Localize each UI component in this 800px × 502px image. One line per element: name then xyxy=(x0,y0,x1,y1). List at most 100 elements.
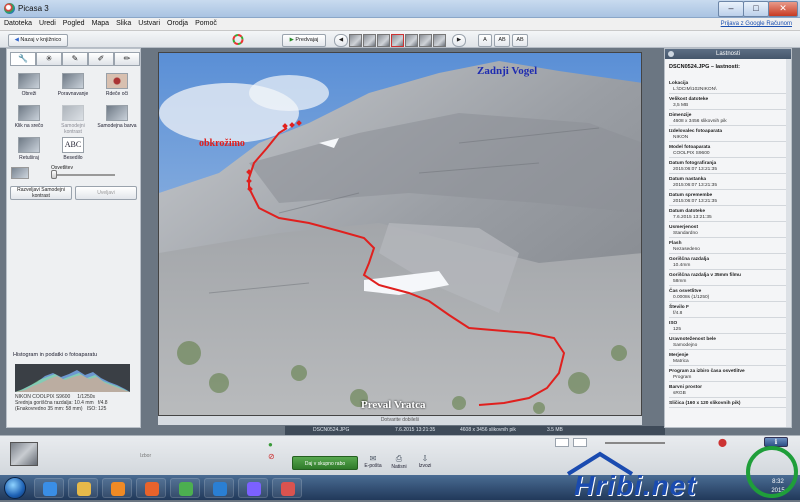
tool-crop[interactable]: Obreži xyxy=(9,73,49,97)
property-row: Usmerjenost Standardno xyxy=(669,225,787,238)
iso-value: ISO: 125 xyxy=(86,406,107,412)
maximize-button[interactable]: □ xyxy=(743,1,769,17)
view-single-button[interactable]: A xyxy=(478,34,492,47)
label-obkrozimo: obkrožimo xyxy=(199,138,245,149)
undo-autocontrast-button[interactable]: Razveljavi Samodejni kontrast xyxy=(10,186,72,200)
fill-light-slider-handle[interactable] xyxy=(51,170,57,179)
label-zadnji-vogel: Zadnji Vogel xyxy=(477,65,538,77)
property-label: Sličica (160 x 120 slikovnih pik) xyxy=(669,401,741,406)
email-button[interactable]: ✉ E-pošta xyxy=(362,454,384,469)
text-icon: ABC xyxy=(62,137,84,153)
histogram-graph xyxy=(15,370,130,392)
fill-light-thumb xyxy=(11,167,29,179)
photo-image[interactable]: Zadnji Vogel obkrožimo Preval Vratca xyxy=(158,52,642,416)
play-slideshow-button[interactable]: ▶ Predvajaj xyxy=(282,34,326,47)
redeye-icon xyxy=(106,73,128,89)
taskbar-app[interactable] xyxy=(34,478,64,498)
filmstrip-thumb[interactable] xyxy=(433,34,446,47)
tool-lucky-label: Klik na srečo xyxy=(14,123,44,129)
tab-tuning[interactable]: ✳ xyxy=(36,52,62,66)
tray-thumbnail[interactable] xyxy=(10,442,38,466)
window-title: Picasa 3 xyxy=(18,4,49,13)
export-label: Izvozi xyxy=(418,463,432,469)
caption-input[interactable]: Dotvarite dobileši xyxy=(158,416,642,425)
property-row: Program za izbiro časa osvetlitve Program xyxy=(669,369,787,382)
tool-straighten[interactable]: Poravnavanje xyxy=(53,73,93,97)
property-value: 0.0008s (1/1250) xyxy=(673,295,710,300)
filmstrip-thumb[interactable] xyxy=(405,34,418,47)
taskbar-app[interactable] xyxy=(170,478,200,498)
property-value: f/4.8 xyxy=(673,311,683,316)
ie-icon xyxy=(43,482,57,496)
menu-datoteka[interactable]: Datoteka xyxy=(0,18,35,27)
menu-pogled[interactable]: Pogled xyxy=(59,18,88,27)
tool-autocontrast[interactable]: Samodejni kontrast xyxy=(53,105,93,135)
tab-more-effects[interactable]: ✐ xyxy=(88,52,114,66)
crop-icon xyxy=(18,73,40,89)
start-button[interactable] xyxy=(4,477,26,499)
fill-light-slider[interactable] xyxy=(51,174,115,176)
taskbar-app[interactable] xyxy=(272,478,302,498)
next-photo-button[interactable]: ▶ xyxy=(452,34,466,47)
filmstrip-thumb[interactable] xyxy=(419,34,432,47)
tool-retouch[interactable]: Retuširaj xyxy=(9,137,49,161)
contrast-icon xyxy=(62,105,84,121)
color-wheel-icon[interactable] xyxy=(232,34,244,45)
menu-slika[interactable]: Slika xyxy=(112,18,134,27)
tool-autocontrast-label: Samodejni kontrast xyxy=(61,123,85,135)
tray-clear-icon[interactable]: ⊘ xyxy=(268,452,278,461)
picasa-app-icon xyxy=(4,3,15,14)
taskbar-app[interactable] xyxy=(136,478,166,498)
tool-crop-label: Obreži xyxy=(21,91,37,97)
taskbar-app[interactable] xyxy=(204,478,234,498)
tool-text[interactable]: ABC Besedilo xyxy=(53,137,93,161)
close-panel-icon[interactable] xyxy=(668,51,674,57)
status-bar: DSCN0524.JPG 7.6.2015 13:21:35 4608 x 34… xyxy=(285,426,665,435)
filmstrip-thumb[interactable] xyxy=(377,34,390,47)
prev-photo-button[interactable]: ◀ xyxy=(334,34,348,47)
tray-hold-icon[interactable]: ● xyxy=(268,440,278,449)
sun-icon: ✳ xyxy=(45,54,53,63)
taskbar-app[interactable] xyxy=(102,478,132,498)
properties-title: Lastnosti xyxy=(715,51,740,57)
menu-mapa[interactable]: Mapa xyxy=(88,18,113,27)
filmstrip-thumb[interactable] xyxy=(363,34,376,47)
brush-alt-icon: ✐ xyxy=(97,54,105,63)
tab-effects[interactable]: ✎ xyxy=(62,52,88,66)
print-button[interactable]: ⎙ Natisni xyxy=(388,454,410,470)
taskbar-app[interactable] xyxy=(238,478,268,498)
google-signin-link[interactable]: Prijava z Google Računom xyxy=(721,21,792,27)
tool-redeye[interactable]: Rdeče oči xyxy=(97,73,137,97)
back-to-library-button[interactable]: ◀ Nazaj v knjižnico xyxy=(8,34,68,47)
tool-retouch-label: Retuširaj xyxy=(19,155,39,161)
filmstrip-thumb-current[interactable] xyxy=(391,34,404,47)
menu-pomoc[interactable]: Pomoč xyxy=(191,18,220,27)
tab-extra[interactable]: ✏ xyxy=(114,52,140,66)
taskbar-app[interactable] xyxy=(68,478,98,498)
share-button[interactable]: Daj v skupno rabo xyxy=(292,456,358,470)
tab-basic-fixes[interactable]: 🔧 xyxy=(10,52,36,66)
view-compare-alt-button[interactable]: AB xyxy=(512,34,528,47)
export-button[interactable]: ⇩ Izvozi xyxy=(414,454,436,469)
property-row: Datum fotografiranja 2015:06:07 13:21:35 xyxy=(669,161,787,174)
toolbar: ◀ Nazaj v knjižnico ▶ Predvajaj ◀ ▶ A AB… xyxy=(0,31,800,48)
properties-file: DSCN0524.JPG – lastnosti: xyxy=(669,64,740,70)
print-label: Natisni xyxy=(391,464,407,470)
minimize-button[interactable]: – xyxy=(718,1,744,17)
menu-ustvari[interactable]: Ustvari xyxy=(134,18,163,27)
redo-button[interactable]: Uveljavi xyxy=(75,186,137,200)
view-compare-button[interactable]: AB xyxy=(494,34,510,47)
property-value: 7.6.2015 13:21:35 xyxy=(673,215,712,220)
status-size: 3.5 MB xyxy=(547,427,563,433)
wrench-icon: 🔧 xyxy=(18,54,28,63)
menu-orodja[interactable]: Orodja xyxy=(163,18,191,27)
tool-autocolor[interactable]: Samodejna barva xyxy=(97,105,137,129)
menu-uredi[interactable]: Uredi xyxy=(35,18,59,27)
property-value: COOLPIX S9600 xyxy=(673,151,710,156)
tool-lucky[interactable]: Klik na srečo xyxy=(9,105,49,129)
filmstrip-thumb[interactable] xyxy=(349,34,362,47)
properties-scrollbar[interactable] xyxy=(786,59,791,427)
property-row: Barvni prostor sRGB xyxy=(669,385,787,398)
property-value: Standardno xyxy=(673,231,698,236)
close-button[interactable]: ✕ xyxy=(768,1,798,17)
